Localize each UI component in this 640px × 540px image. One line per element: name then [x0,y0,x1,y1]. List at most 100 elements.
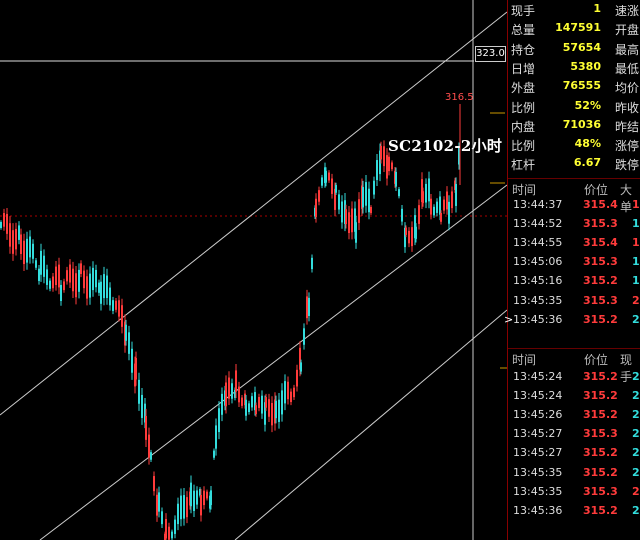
tick-price: 315.2 [583,274,618,288]
tick-volume: 2 [632,389,640,403]
candle-body [83,270,85,289]
tick-time: 13:45:35 [513,293,563,307]
candle-body [60,284,62,301]
tick-time: 13:45:36 [513,312,563,326]
stat-row: 比例 52% 昨收 [508,99,640,118]
stat-label: 比例 [511,100,536,115]
candle-body [341,201,343,223]
candle-body [265,397,267,408]
candle-body [255,405,257,415]
candle-body [86,276,88,299]
candle-body [303,328,305,345]
tick-row[interactable]: 13:45:24 315.2 2 [508,389,640,408]
candle-body [131,348,133,373]
tick-time: 13:45:35 [513,484,563,498]
candle-body [193,490,195,511]
tick-row[interactable]: 13:45:36 315.2 2 [508,504,640,523]
candle-body [358,199,360,223]
tick-price: 315.2 [583,503,618,517]
kline-chart[interactable]: 323.0 316.5 SC2102-2小时 [0,0,507,540]
stat-label: 总量 [511,23,536,38]
quote-sidebar: 现手 1 速涨 总量 147591 开盘 持仓 57654 最高 日增 5380 最低 外盘 76555 均… [504,0,640,540]
tick-row[interactable]: 13:45:35 315.3 2 [508,294,640,313]
candle-body [430,198,432,215]
tick-time: 13:45:26 [513,408,563,422]
candle-body [218,408,220,433]
tick-row[interactable]: 13:45:27 315.2 2 [508,446,640,465]
candle-body [38,268,40,281]
tick-row[interactable]: 13:45:35 315.2 2 [508,466,640,485]
tick-time: 13:45:27 [513,446,563,460]
candle-body [293,387,295,398]
stat-value: 57654 [562,40,601,54]
candle-body [200,494,202,516]
candle-body [168,526,170,540]
price-tag: 323.0 [475,46,506,62]
candle-body [121,305,123,327]
candle-body [308,297,310,316]
candle-body [261,395,263,414]
candle-body [150,452,152,460]
tick-row[interactable]: 13:45:06 315.3 1 [508,255,640,274]
header-time: 时间 [512,353,537,367]
channel-middle-line[interactable] [39,184,507,540]
header-price: 价位 [584,353,609,367]
tick-price: 315.4 [583,236,618,250]
candle-body [206,491,208,499]
tick-time: 13:45:24 [513,370,563,383]
tick-row[interactable]: 13:45:24 315.2 2 [508,370,640,389]
candle-body [18,225,20,240]
tick-time: 13:45:36 [513,503,563,517]
stat-label: 外盘 [511,81,536,96]
candle-body [368,188,370,213]
candle-body [345,209,347,225]
tick-row[interactable]: >13:45:36 315.2 2 [504,312,640,332]
candle-body [15,228,17,250]
tick-row[interactable]: 13:44:37 315.4 1 [508,198,640,217]
ticks-a-header: 时间 价位 大单 [508,180,640,214]
stat-row: 现手 1 速涨 [508,2,640,21]
candle-body [215,425,217,449]
candle-body [351,208,353,233]
candle-body [300,362,302,372]
candle-body [405,227,407,235]
candle-body [196,490,198,505]
candle-body [448,201,450,224]
stat-value: 52% [574,98,601,112]
tick-time: 13:45:24 [513,389,563,403]
candle-body [455,183,457,206]
tick-row[interactable]: 13:45:27 315.3 2 [508,427,640,446]
tick-row[interactable]: 13:45:35 315.3 2 [508,485,640,504]
kline-chart-svg[interactable] [0,0,507,540]
tick-row[interactable]: 13:45:16 315.2 1 [508,274,640,293]
tick-volume: 1 [632,274,640,288]
candle-body [23,240,25,265]
candle-body [433,206,435,216]
candle-body [311,257,313,270]
candle-body [436,201,438,213]
candle-body [177,503,179,525]
tick-price: 315.2 [583,370,618,383]
candle-body [135,358,137,380]
candle-body [29,236,31,258]
tick-price: 315.3 [583,217,618,231]
stat-label: 现手 [511,4,536,18]
candle-body [32,243,34,259]
tick-volume: 2 [632,484,640,498]
tick-price: 315.3 [583,484,618,498]
candle-body [103,274,105,299]
tick-row[interactable]: 13:45:26 315.2 2 [508,408,640,427]
tick-price: 315.3 [583,255,618,269]
candle-body [35,260,37,268]
tick-row[interactable]: 13:44:55 315.4 1 [508,236,640,255]
candle-body [248,403,250,413]
candle-body [20,234,22,254]
high-price-label: 316.5 [445,92,474,103]
divider [508,178,640,179]
candle-body [355,222,357,243]
tick-row[interactable]: 13:44:52 315.3 1 [508,217,640,236]
tick-price: 315.3 [583,293,618,307]
current-row-arrow: > [504,312,514,326]
channel-lower-line[interactable] [234,309,507,540]
candle-body [106,275,108,298]
